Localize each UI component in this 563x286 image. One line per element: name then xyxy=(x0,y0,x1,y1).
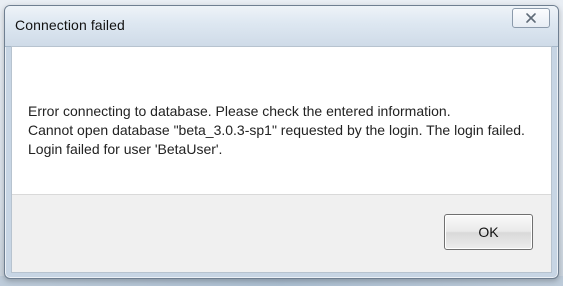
button-bar: OK xyxy=(12,194,551,272)
message-area: Error connecting to database. Please che… xyxy=(12,47,551,197)
error-message-line: Cannot open database "beta_3.0.3-sp1" re… xyxy=(28,122,525,138)
dialog-content: Error connecting to database. Please che… xyxy=(11,46,552,273)
close-button[interactable] xyxy=(512,8,550,28)
ok-button[interactable]: OK xyxy=(444,214,533,250)
dialog-title: Connection failed xyxy=(15,17,125,33)
error-message-line: Login failed for user 'BetaUser'. xyxy=(28,141,223,157)
connection-failed-dialog: Connection failed Error connecting to da… xyxy=(4,5,559,279)
error-message: Error connecting to database. Please che… xyxy=(28,102,538,159)
close-icon xyxy=(525,12,537,24)
dialog-titlebar: Connection failed xyxy=(5,6,558,47)
error-message-line: Error connecting to database. Please che… xyxy=(28,103,451,119)
